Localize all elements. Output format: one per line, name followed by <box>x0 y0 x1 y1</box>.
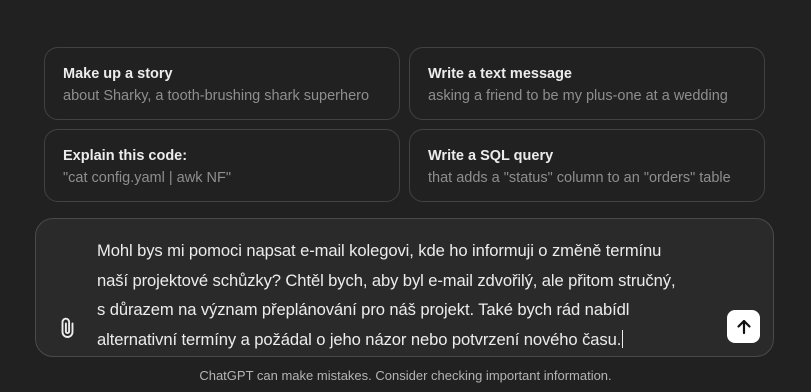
paperclip-icon[interactable] <box>58 317 78 339</box>
text-cursor <box>622 329 624 348</box>
suggestion-card-text-message[interactable]: Write a text message asking a friend to … <box>409 47 765 120</box>
send-button[interactable] <box>727 310 760 343</box>
suggestion-title: Write a SQL query <box>428 148 554 164</box>
suggestion-subtitle: that adds a "status" column to an "order… <box>428 170 731 186</box>
suggestion-subtitle: asking a friend to be my plus-one at a w… <box>428 88 728 104</box>
chat-page: Make up a story about Sharky, a tooth-br… <box>0 0 811 392</box>
suggestion-subtitle: about Sharky, a tooth-brushing shark sup… <box>63 88 370 104</box>
suggestion-title: Write a text message <box>428 66 572 82</box>
disclaimer-text: ChatGPT can make mistakes. Consider chec… <box>199 368 612 383</box>
message-input[interactable]: Mohl bys mi pomoci napsat e-mail kolegov… <box>97 236 729 354</box>
suggestion-cards: Make up a story about Sharky, a tooth-br… <box>44 47 765 202</box>
suggestion-card-sql-query[interactable]: Write a SQL query that adds a "status" c… <box>409 129 765 202</box>
suggestion-title: Explain this code: <box>63 148 188 164</box>
suggestion-card-story[interactable]: Make up a story about Sharky, a tooth-br… <box>44 47 400 120</box>
message-composer: Mohl bys mi pomoci napsat e-mail kolegov… <box>35 218 774 357</box>
message-input-text: Mohl bys mi pomoci napsat e-mail kolegov… <box>97 241 676 349</box>
arrow-up-icon <box>736 319 751 334</box>
suggestion-card-explain-code[interactable]: Explain this code: "cat config.yaml | aw… <box>44 129 400 202</box>
suggestion-subtitle: "cat config.yaml | awk NF" <box>63 170 231 186</box>
suggestion-title: Make up a story <box>63 66 173 82</box>
